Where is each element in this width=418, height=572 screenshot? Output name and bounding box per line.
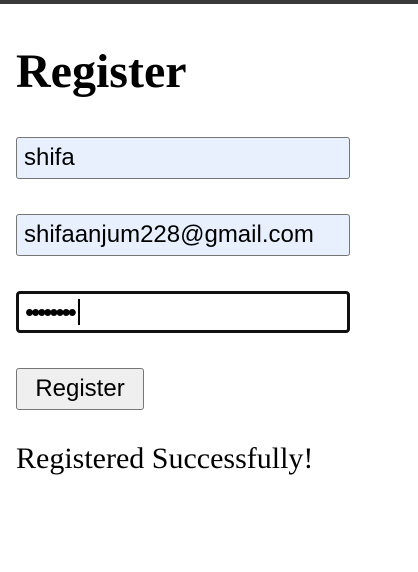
name-input-value: shifa xyxy=(24,144,75,171)
email-input[interactable]: shifaanjum228@gmail.com xyxy=(16,214,350,256)
email-input-value: shifaanjum228@gmail.com xyxy=(24,221,314,248)
name-input[interactable]: shifa xyxy=(16,137,350,179)
page-title: Register xyxy=(16,45,187,98)
register-button[interactable]: Register xyxy=(16,368,144,410)
register-button-label: Register xyxy=(35,375,125,402)
status-message: Registered Successfully! xyxy=(16,442,314,475)
password-input-value: •••••••• xyxy=(25,296,77,327)
text-cursor xyxy=(77,299,80,325)
window-top-border xyxy=(0,0,418,4)
password-input[interactable]: •••••••• xyxy=(16,291,350,333)
